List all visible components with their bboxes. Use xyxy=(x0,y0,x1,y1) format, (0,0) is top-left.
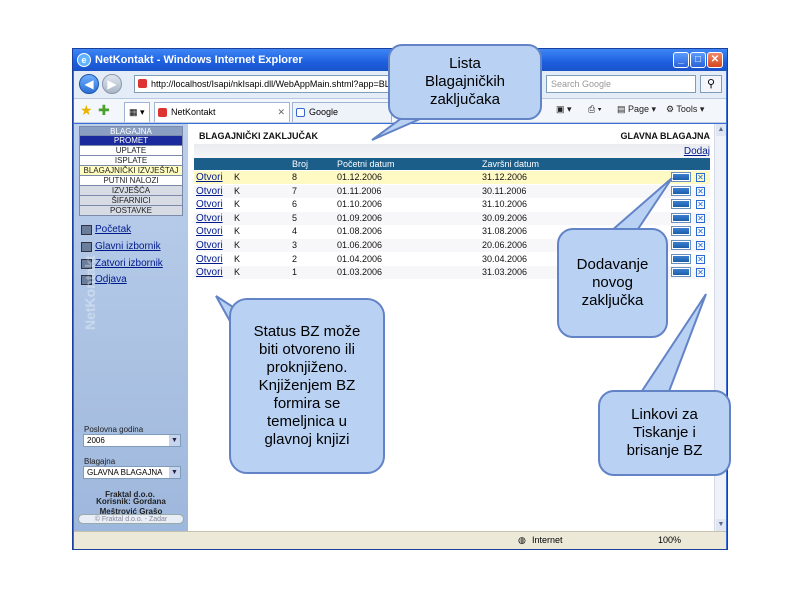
callout-line: formira se xyxy=(273,395,341,412)
callout-line: Knjiženjem BZ xyxy=(258,377,356,394)
callout-line: biti otvoreno ili xyxy=(259,341,355,358)
callout-line: zaključaka xyxy=(429,91,501,108)
callout-line: Lista xyxy=(449,55,481,72)
callout-line: Blagajničkih xyxy=(424,73,506,90)
company-name: Fraktal d.o.o. xyxy=(105,490,155,499)
copyright-footer[interactable]: © Fraktal d.o.o. - Zadar xyxy=(78,514,184,524)
callout-line: temeljnica u xyxy=(266,413,348,430)
callout-line: proknjiženo. xyxy=(266,359,348,376)
callout-status: Status BZ može biti otvoreno ili proknjiže… xyxy=(229,298,385,474)
callout-line: brisanje BZ xyxy=(626,442,703,459)
callout-line: Tiskanje i xyxy=(633,424,696,441)
callout-line: Linkovi za xyxy=(631,406,698,423)
callout-tail-dodavanje xyxy=(607,177,673,233)
callout-linkovi: Linkovi za Tiskanje i brisanje BZ xyxy=(598,390,731,476)
callout-line: Status BZ može xyxy=(253,323,361,340)
callout-lista: Lista Blagajničkih zaključaka xyxy=(388,44,542,120)
callout-line: Dodavanje xyxy=(576,256,649,273)
callout-line: glavnoj knjizi xyxy=(264,431,350,448)
callout-dodavanje: Dodavanje novog zaključka xyxy=(557,228,668,338)
callout-line: zaključka xyxy=(581,292,644,309)
callout-line: novog xyxy=(592,274,633,291)
